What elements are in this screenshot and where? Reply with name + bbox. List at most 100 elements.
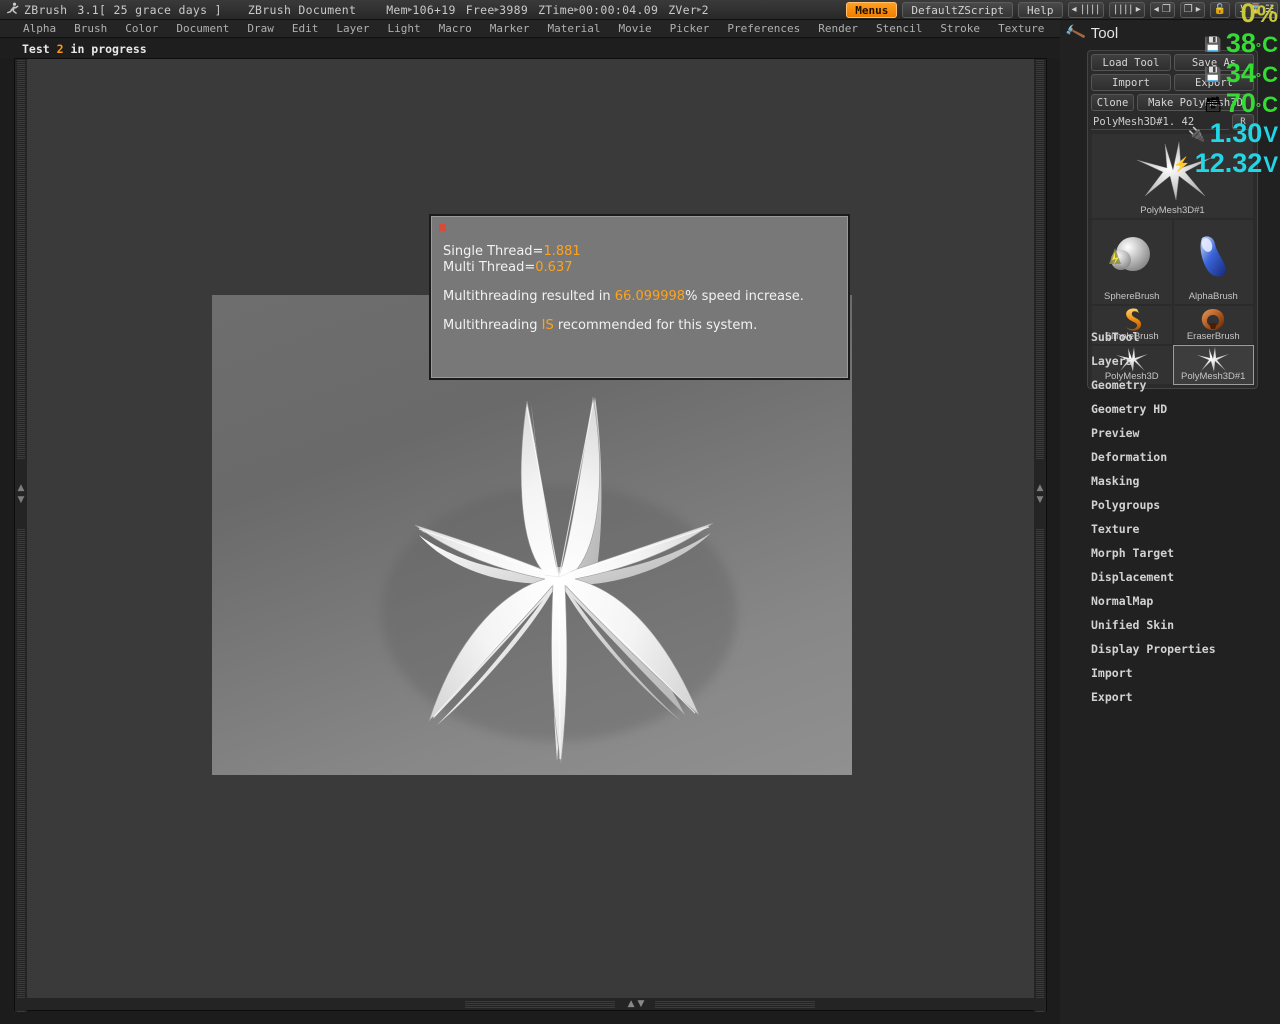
speed-increase-prefix: Multithreading resulted in — [443, 289, 615, 304]
window-cascade-icon[interactable]: ❐ — [1162, 5, 1171, 15]
zscript-next-icon[interactable]: ▸ — [1136, 5, 1141, 15]
menu-item-stencil[interactable]: Stencil — [867, 22, 931, 35]
mem-value: 106+19 — [412, 3, 455, 17]
hscroll-track-right[interactable] — [655, 1000, 815, 1008]
default-zscript-button[interactable]: DefaultZScript — [902, 2, 1013, 18]
scroll-down-arrow-icon[interactable]: ▼ — [18, 495, 25, 505]
menu-item-stroke[interactable]: Stroke — [931, 22, 989, 35]
zscript-prev-icon[interactable]: ◂ — [1072, 5, 1077, 15]
menu-item-render[interactable]: Render — [809, 22, 867, 35]
section-geometry[interactable]: Geometry — [1087, 373, 1258, 397]
ztime-value: 00:00:04.09 — [579, 3, 658, 17]
menu-item-layer[interactable]: Layer — [327, 22, 378, 35]
scroll-track-upper-right[interactable] — [1036, 59, 1044, 459]
lock-icon[interactable]: 🔓 — [1214, 5, 1226, 15]
section-preview[interactable]: Preview — [1087, 421, 1258, 445]
window-tile-icon[interactable]: ❐ — [1184, 5, 1193, 15]
speed-increase-value: 66.099998 — [615, 289, 685, 304]
scroll-arrows-left[interactable]: ▲ ▼ — [15, 461, 27, 527]
scroll-track-upper[interactable] — [17, 59, 25, 459]
zscript-nav-group-2[interactable]: |||| ▸ — [1109, 2, 1145, 18]
current-tool-name[interactable]: PolyMesh3D#1. 42 — [1091, 114, 1229, 130]
menu-item-marker[interactable]: Marker — [481, 22, 539, 35]
export-button[interactable]: Export — [1174, 74, 1254, 91]
close-icon[interactable] — [439, 224, 446, 231]
recommendation-emphasis: IS — [542, 318, 554, 333]
scroll-up-arrow-icon[interactable]: ▲ — [18, 483, 25, 493]
multi-thread-value: 0.637 — [535, 260, 572, 275]
multi-thread-label: Multi Thread= — [443, 260, 535, 275]
menu-item-color[interactable]: Color — [116, 22, 167, 35]
tool-thumb-alphabrush[interactable]: AlphaBrush — [1173, 219, 1255, 305]
window-prev-group[interactable]: ◂ ❐ — [1150, 2, 1175, 18]
tool-thumb-polymesh3d-1-large[interactable]: PolyMesh3D#1 — [1091, 133, 1254, 219]
menu-item-draw[interactable]: Draw — [238, 22, 283, 35]
menu-item-movie[interactable]: Movie — [609, 22, 660, 35]
single-thread-label: Single Thread= — [443, 244, 543, 259]
window-prev-icon[interactable]: ◂ — [1154, 5, 1159, 15]
section-unified-skin[interactable]: Unified Skin — [1087, 613, 1258, 637]
scroll-track-lower-right[interactable] — [1036, 529, 1044, 1012]
section-displacement[interactable]: Displacement — [1087, 565, 1258, 589]
zver-value: 2 — [702, 3, 709, 17]
lock-group[interactable]: 🔓 — [1210, 2, 1230, 18]
window-next-group[interactable]: ❐ ▸ — [1180, 2, 1205, 18]
menu-item-brush[interactable]: Brush — [65, 22, 116, 35]
section-geometry-hd[interactable]: Geometry HD — [1087, 397, 1258, 421]
section-deformation[interactable]: Deformation — [1087, 445, 1258, 469]
section-subtool[interactable]: SubTool — [1087, 325, 1258, 349]
hourglass-icon: ⌛ — [1250, 5, 1262, 15]
section-texture[interactable]: Texture — [1087, 517, 1258, 541]
menu-item-picker[interactable]: Picker — [661, 22, 719, 35]
menu-item-light[interactable]: Light — [378, 22, 429, 35]
menu-item-alpha[interactable]: Alpha — [14, 22, 65, 35]
section-import[interactable]: Import — [1087, 661, 1258, 685]
section-masking[interactable]: Masking — [1087, 469, 1258, 493]
section-normalmap[interactable]: NormalMap — [1087, 589, 1258, 613]
zbrush-window: ZBrush 3.1[ 25 grace days ] ZBrush Docum… — [0, 0, 1280, 1024]
section-morph-target[interactable]: Morph Target — [1087, 541, 1258, 565]
canvas-area[interactable]: ▲ ▼ ▲ ▼ ▲ ▼ — [14, 58, 1047, 1011]
tool-thumb-label: SphereBrush — [1092, 291, 1172, 304]
hscroll-down-arrow-icon[interactable]: ▼ — [638, 999, 645, 1009]
status-suffix: in progress — [71, 42, 147, 56]
canvas-scrollbar-bottom[interactable]: ▲ ▼ — [15, 998, 1046, 1010]
section-export[interactable]: Export — [1087, 685, 1258, 709]
canvas-scrollbar-left[interactable]: ▲ ▼ — [15, 59, 27, 1012]
help-button[interactable]: Help — [1018, 2, 1063, 18]
menu-item-macro[interactable]: Macro — [430, 22, 481, 35]
tool-thumb-spherebrush[interactable]: SphereBrush — [1091, 219, 1173, 305]
save-as-button[interactable]: Save As — [1174, 54, 1254, 71]
collapse-icon[interactable]: ⊻ — [1239, 5, 1246, 15]
tool-thumb-label: AlphaBrush — [1174, 291, 1254, 304]
rename-button[interactable]: R — [1232, 114, 1254, 130]
section-layers[interactable]: Layers — [1087, 349, 1258, 373]
scroll-down-arrow-icon-right[interactable]: ▼ — [1037, 495, 1044, 505]
hscroll-up-arrow-icon[interactable]: ▲ — [628, 999, 635, 1009]
scroll-arrows-right[interactable]: ▲ ▼ — [1034, 461, 1046, 527]
section-polygroups[interactable]: Polygroups — [1087, 493, 1258, 517]
scroll-track-lower[interactable] — [17, 529, 25, 1012]
menu-item-edit[interactable]: Edit — [283, 22, 328, 35]
menus-button[interactable]: Menus — [846, 2, 897, 18]
make-polymesh3d-button[interactable]: Make PolyMesh3D — [1137, 94, 1254, 111]
menu-item-document[interactable]: Document — [167, 22, 238, 35]
menu-item-preferences[interactable]: Preferences — [718, 22, 809, 35]
canvas-scrollbar-right[interactable]: ▲ ▼ — [1034, 59, 1046, 1012]
window-next-icon[interactable]: ▸ — [1196, 5, 1201, 15]
document-name: ZBrush Document — [248, 3, 356, 17]
scroll-up-arrow-icon-right[interactable]: ▲ — [1037, 483, 1044, 493]
menu-item-material[interactable]: Material — [538, 22, 609, 35]
hscroll-track-left[interactable] — [465, 1000, 615, 1008]
sphere-brush-icon — [1092, 220, 1172, 291]
import-button[interactable]: Import — [1091, 74, 1171, 91]
menu-item-texture[interactable]: Texture — [989, 22, 1053, 35]
load-tool-button[interactable]: Load Tool — [1091, 54, 1171, 71]
zscript-nav-group[interactable]: ◂ |||| — [1068, 2, 1104, 18]
multithreading-result-dialog[interactable]: Single Thread=1.881 Multi Thread=0.637 M… — [429, 214, 850, 380]
clone-button[interactable]: Clone — [1091, 94, 1134, 111]
section-display-properties[interactable]: Display Properties — [1087, 637, 1258, 661]
star-model[interactable] — [309, 363, 809, 783]
hscroll-arrows[interactable]: ▲ ▼ — [617, 998, 655, 1010]
speed-increase-suffix: % speed increase. — [685, 289, 804, 304]
